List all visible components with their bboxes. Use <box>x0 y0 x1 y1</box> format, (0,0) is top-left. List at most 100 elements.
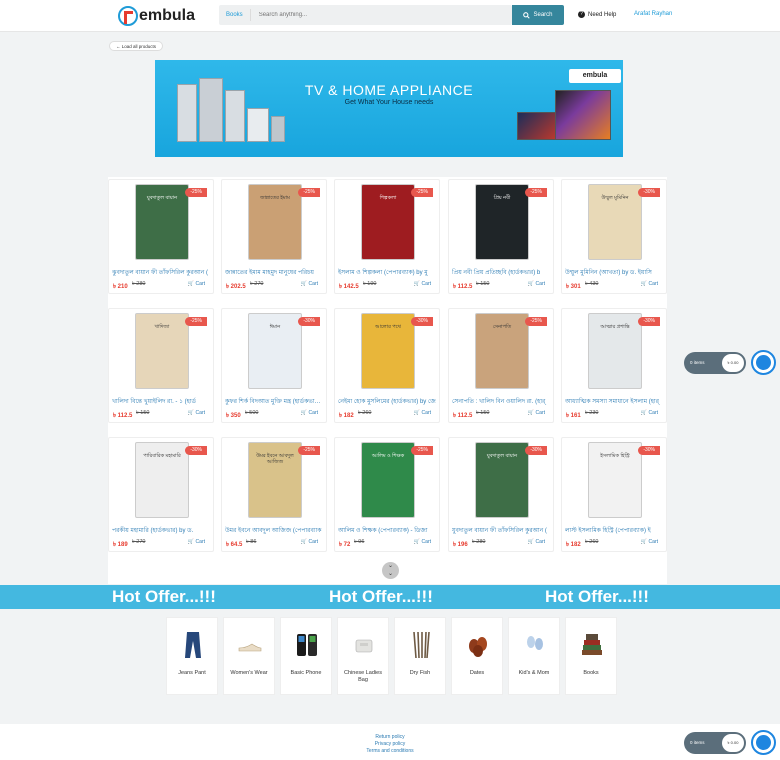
floating-cart-button[interactable]: 0 items ৳ 0.00 <box>684 352 746 374</box>
product-title[interactable]: সেনাপতি : খালিদ বিন ওয়ালিদ রা. (হার্ <box>452 396 550 407</box>
search-input[interactable] <box>250 12 491 18</box>
add-to-cart-button[interactable]: 🛒 Cart <box>414 539 431 545</box>
search-category-select[interactable]: Books <box>219 9 251 21</box>
add-to-cart-button[interactable]: 🛒 Cart <box>188 281 205 287</box>
books-icon <box>582 634 602 655</box>
privacy-policy-link[interactable]: Privacy policy <box>340 741 440 747</box>
category-dry-fish[interactable]: Dry Fish <box>394 617 446 695</box>
discount-badge: -25% <box>185 317 207 326</box>
promo-banner[interactable]: TV & HOME APPLIANCE Get What Your House … <box>155 60 623 157</box>
product-card[interactable]: যুবদাতুল বায়ান -30% যুবদাতুল বায়ান ফী তা… <box>448 437 554 552</box>
tv-small-image <box>517 112 559 140</box>
book-cover-image[interactable]: প্রিয় নবী <box>475 184 529 260</box>
product-title[interactable]: পরকীয় মহামারি (হার্ডকভার) by ড. <box>112 525 210 536</box>
category-chinese-ladies-bag[interactable]: Chinese Ladies Bag <box>337 617 389 695</box>
product-card[interactable]: জান্নাতের ইমাম -25% জান্নাতের ইমাম মাহমুদ … <box>221 179 327 294</box>
book-cover-image[interactable]: যুবদাতুল বায়ান <box>475 442 529 518</box>
site-logo[interactable]: embula <box>118 5 195 27</box>
product-card[interactable]: উম্মুল মুমিনিন -30% উম্মুল মুমিনিন (আখতা) … <box>561 179 667 294</box>
book-cover-image[interactable]: জান্নাতের ইমাম <box>248 184 302 260</box>
search-icon <box>523 11 531 19</box>
book-cover-title: শিল্পকলা <box>379 195 397 201</box>
messenger-button[interactable] <box>751 730 776 755</box>
product-old-price: ৳ 230 <box>585 410 599 416</box>
product-card[interactable]: আলিম ও শিক্ষক -25% আলিম ও শিক্ষক (পেপারব্য… <box>334 437 440 552</box>
category-kids-mom[interactable]: Kid's & Mom <box>508 617 560 695</box>
book-cover-image[interactable]: উমর ইবনে আবদুল আজিজ <box>248 442 302 518</box>
product-card[interactable]: আলোর পথে -30% নেইমা হোক মুসলিমের (হার্ডকভা… <box>334 308 440 423</box>
product-title[interactable]: আলিম ও শিক্ষক (পেপারব্যাক) - ডিজা <box>338 525 436 536</box>
product-title[interactable]: প্রিয় নবী প্রিয় প্রতিচ্ছবি (হার্ডকভার)… <box>452 267 550 278</box>
product-card[interactable]: পারিবারিক মহামারি -30% পরকীয় মহামারি (হার… <box>108 437 214 552</box>
book-cover-image[interactable]: ইসলামিক হিস্ট্রি <box>588 442 642 518</box>
book-cover-title: প্রিয় নবী <box>493 195 511 201</box>
product-title[interactable]: লাস্ট ইসলামিক হিস্ট্রি (পেপারব্যাক) ই <box>565 525 663 536</box>
book-cover-image[interactable]: শিল্পকলা <box>361 184 415 260</box>
scroll-down-button[interactable]: ⌄ ⌄ <box>382 562 399 579</box>
add-to-cart-button[interactable]: 🛒 Cart <box>188 539 205 545</box>
chevron-down-icon: ⌄ <box>387 563 394 569</box>
add-to-cart-button[interactable]: 🛒 Cart <box>301 539 318 545</box>
search-button[interactable]: Search <box>512 5 564 25</box>
product-card[interactable]: উমর ইবনে আবদুল আজিজ -25% উমর ইবনে আবদুল আজ… <box>221 437 327 552</box>
category-womens-wear[interactable]: Women's Wear <box>223 617 275 695</box>
product-title[interactable]: উম্মুল মুমিনিন (আখতা) by ড. ইয়াসি <box>565 267 663 278</box>
product-title[interactable]: উমর ইবনে আবদুল আজিজ (পেপারব্যাক <box>225 525 323 536</box>
category-books[interactable]: Books <box>565 617 617 695</box>
book-cover-image[interactable]: আত্মার প্রশান্তি <box>588 313 642 389</box>
category-dates[interactable]: Dates <box>451 617 503 695</box>
product-card[interactable]: ইসলামিক হিস্ট্রি -30% লাস্ট ইসলামিক হিস্ট্… <box>561 437 667 552</box>
product-old-price: ৳ 260 <box>585 539 599 545</box>
product-title[interactable]: কুফর শির্ক বিদআত মুক্তি মন্ত্র (হার্ডকভা… <box>225 396 323 407</box>
book-cover-image[interactable]: খাদিজা <box>135 313 189 389</box>
add-to-cart-label: Cart <box>535 410 545 416</box>
load-all-products-button[interactable]: ← Load all products <box>109 41 164 51</box>
product-title[interactable]: নেইমা হোক মুসলিমের (হার্ডকভার) by জে <box>338 396 436 407</box>
book-cover-image[interactable]: যুবদাতুল বায়ান <box>135 184 189 260</box>
book-cover-title: পারিবারিক মহামারি <box>143 453 181 459</box>
product-old-price: ৳ 96 <box>354 539 365 545</box>
add-to-cart-button[interactable]: 🛒 Cart <box>301 281 318 287</box>
product-price: ৳ 64.5 <box>226 542 243 548</box>
product-title[interactable]: আধ্যাত্মিক সমস্যা সমাধানে ইসলাম (হার্ <box>565 396 663 407</box>
product-title[interactable]: ঝুবদাতুল বায়ান ফী তাঁফসিরিল কুরআন ( <box>112 267 210 278</box>
book-cover-image[interactable]: আলিম ও শিক্ষক <box>361 442 415 518</box>
book-cover-image[interactable]: ঈমান <box>248 313 302 389</box>
product-title[interactable]: জান্নাতের ইমাম মাহমুদ মানুষের পরিচয় <box>225 267 323 278</box>
hot-offer-text: Hot Offer...!!! <box>545 587 649 606</box>
add-to-cart-label: Cart <box>308 539 318 545</box>
book-cover-image[interactable]: আলোর পথে <box>361 313 415 389</box>
product-card[interactable]: যুবদাতুল বায়ান -25% ঝুবদাতুল বায়ান ফী তা… <box>108 179 214 294</box>
add-to-cart-button[interactable]: 🛒 Cart <box>641 281 658 287</box>
floating-cart-button[interactable]: 0 items ৳ 0.00 <box>684 732 746 754</box>
product-title[interactable]: ইসলাম ও শিল্পকলা (পেপারব্যাক) by মু <box>338 267 436 278</box>
product-card[interactable]: সেনাপতি -25% সেনাপতি : খালিদ বিন ওয়ালিদ র… <box>448 308 554 423</box>
add-to-cart-button[interactable]: 🛒 Cart <box>528 539 545 545</box>
book-cover-image[interactable]: পারিবারিক মহামারি <box>135 442 189 518</box>
user-name-link[interactable]: Arafat Rayhan <box>634 11 672 17</box>
return-policy-link[interactable]: Return policy <box>340 734 440 740</box>
category-jeans-pant[interactable]: Jeans Pant <box>166 617 218 695</box>
need-help-link[interactable]: ? Need Help <box>578 11 616 18</box>
add-to-cart-button[interactable]: 🛒 Cart <box>414 281 431 287</box>
category-basic-phone[interactable]: Basic Phone <box>280 617 332 695</box>
product-card[interactable]: আত্মার প্রশান্তি -30% আধ্যাত্মিক সমস্যা সম… <box>561 308 667 423</box>
book-cover-image[interactable]: উম্মুল মুমিনিন <box>588 184 642 260</box>
product-title[interactable]: যুবদাতুল বায়ান ফী তাঁফসিরিল কুরআন ( <box>452 525 550 536</box>
add-to-cart-button[interactable]: 🛒 Cart <box>528 410 545 416</box>
product-card[interactable]: ঈমান -30% কুফর শির্ক বিদআত মুক্তি মন্ত্র (… <box>221 308 327 423</box>
add-to-cart-button[interactable]: 🛒 Cart <box>641 410 658 416</box>
product-card[interactable]: প্রিয় নবী -25% প্রিয় নবী প্রিয় প্রতিচ্ছ… <box>448 179 554 294</box>
add-to-cart-button[interactable]: 🛒 Cart <box>641 539 658 545</box>
product-card[interactable]: খাদিজা -25% খালিদা বিন্তে খুয়াইলিদ রা. - … <box>108 308 214 423</box>
terms-link[interactable]: Terms and conditions <box>340 748 440 754</box>
product-title[interactable]: খালিদা বিন্তে খুয়াইলিদ রা. - ১ (হার্ড <box>112 396 210 407</box>
add-to-cart-button[interactable]: 🛒 Cart <box>414 410 431 416</box>
product-card[interactable]: শিল্পকলা -25% ইসলাম ও শিল্পকলা (পেপারব্যাক… <box>334 179 440 294</box>
add-to-cart-button[interactable]: 🛒 Cart <box>528 281 545 287</box>
add-to-cart-button[interactable]: 🛒 Cart <box>188 410 205 416</box>
add-to-cart-button[interactable]: 🛒 Cart <box>301 410 318 416</box>
book-cover-image[interactable]: সেনাপতি <box>475 313 529 389</box>
banner-logo: embula <box>569 69 621 83</box>
messenger-button[interactable] <box>751 350 776 375</box>
